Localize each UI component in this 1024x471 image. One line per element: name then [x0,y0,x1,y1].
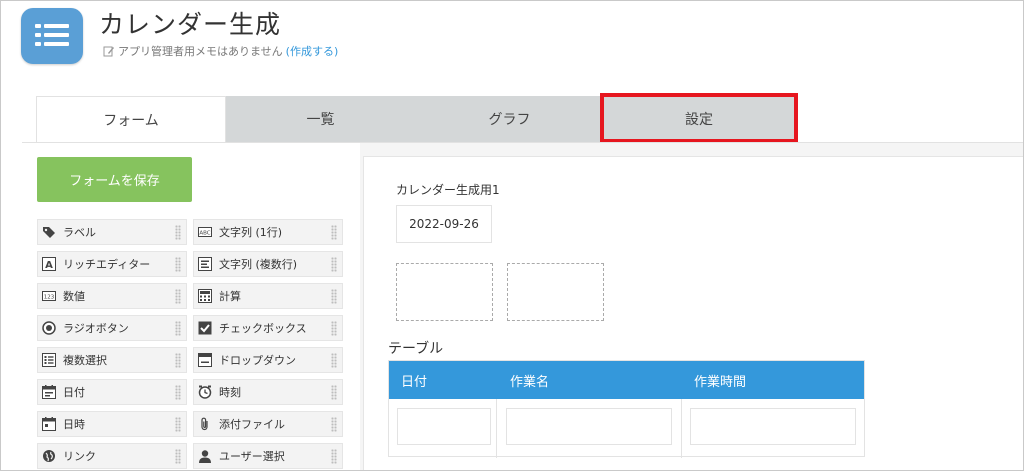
datetime-icon [42,417,56,431]
palette-field-attachment[interactable]: 添付ファイル [193,411,343,437]
clock-icon [198,385,212,399]
palette-field-link[interactable]: リンク [37,443,187,469]
field-label-text: チェックボックス [219,322,307,335]
field-label-text: ユーザー選択 [219,450,285,463]
checkbox-icon [198,321,212,335]
radio-icon [42,321,56,335]
field-label-text: 複数選択 [63,354,107,367]
field-label-text: リッチエディター [63,258,151,271]
empty-field-placeholder[interactable] [507,263,604,321]
save-form-button[interactable]: フォームを保存 [37,157,192,202]
palette-field-number[interactable]: 123 数値 [37,283,187,309]
calendar-field-label: カレンダー生成用1 [396,183,500,197]
calculator-icon [198,289,212,303]
app-title: カレンダー生成 [99,10,282,39]
svg-text:123: 123 [44,295,55,301]
empty-field-placeholder[interactable] [396,263,493,321]
number-icon: 123 [42,291,56,301]
drag-handle-icon[interactable] [175,417,181,432]
memo-edit-icon [103,46,114,57]
palette-field-dropdown[interactable]: ドロップダウン [193,347,343,373]
paperclip-icon [201,417,208,431]
field-label-text: ラベル [63,226,96,239]
palette-field-time[interactable]: 時刻 [193,379,343,405]
table-cell [389,399,497,458]
drag-handle-icon[interactable] [175,353,181,368]
app-list-icon [21,8,83,64]
dropdown-icon [198,353,212,367]
field-label-text: 数値 [63,290,85,303]
app-memo: アプリ管理者用メモはありません (作成する) [103,43,338,59]
tab-list[interactable]: 一覧 [226,96,415,142]
drag-handle-icon[interactable] [175,321,181,336]
drag-handle-icon[interactable] [331,385,337,400]
field-label-text: 文字列 (1行) [219,226,283,239]
field-label-text: 日付 [63,386,85,399]
column-header-date[interactable]: 日付 [401,361,427,399]
drag-handle-icon[interactable] [331,321,337,336]
drag-handle-icon[interactable] [175,225,181,240]
drag-handle-icon[interactable] [331,353,337,368]
form-editor: フォームを保存 ラベル ABC 文字列 (1行) A リッチエディター 文字列 … [22,142,1023,470]
drag-handle-icon[interactable] [331,449,337,464]
drag-handle-icon[interactable] [175,449,181,464]
multi-select-icon [42,353,56,367]
palette-field-multi-line-text[interactable]: 文字列 (複数行) [193,251,343,277]
drag-handle-icon[interactable] [175,385,181,400]
field-label-text: 添付ファイル [219,418,285,431]
field-label-text: リンク [63,450,96,463]
memo-create-link[interactable]: (作成する) [286,43,339,59]
palette-field-label[interactable]: ラベル [37,219,187,245]
field-palette: フォームを保存 ラベル ABC 文字列 (1行) A リッチエディター 文字列 … [22,143,360,470]
table-cell [682,399,864,458]
tab-form[interactable]: フォーム [36,96,226,143]
field-label-text: 計算 [219,290,241,303]
table-cell-input[interactable] [506,408,672,445]
drag-handle-icon[interactable] [331,417,337,432]
memo-text: アプリ管理者用メモはありません [118,45,283,58]
field-label-text: 文字列 (複数行) [219,258,298,271]
user-icon [199,450,211,463]
table-cell-input[interactable] [690,408,856,445]
palette-field-checkbox[interactable]: チェックボックス [193,315,343,341]
field-label-text: 日時 [63,418,85,431]
field-label-text: ドロップダウン [219,354,296,367]
multiline-text-icon [198,257,212,271]
svg-text:ABC: ABC [199,231,210,237]
drag-handle-icon[interactable] [331,225,337,240]
field-label-text: 時刻 [219,386,241,399]
drag-handle-icon[interactable] [175,289,181,304]
palette-field-radio[interactable]: ラジオボタン [37,315,187,341]
table-cell [497,399,682,458]
calendar-date-field[interactable]: 2022-09-26 [396,205,492,243]
palette-field-user-select[interactable]: ユーザー選択 [193,443,343,469]
tag-icon [43,227,55,238]
palette-field-calc[interactable]: 計算 [193,283,343,309]
drag-handle-icon[interactable] [175,257,181,272]
column-header-work-hours[interactable]: 作業時間 [694,361,746,399]
table-cell-input[interactable] [397,408,491,445]
subtable[interactable]: 日付 作業名 作業時間 [388,360,865,458]
drag-handle-icon[interactable] [331,289,337,304]
app-window: カレンダー生成 アプリ管理者用メモはありません (作成する) フォーム 一覧 グ… [0,0,1024,471]
tab-bar: フォーム 一覧 グラフ 設定 [1,96,1023,143]
palette-field-single-line-text[interactable]: ABC 文字列 (1行) [193,219,343,245]
subtable-header: 日付 作業名 作業時間 [389,361,864,399]
form-layout-canvas: カレンダー生成用1 2022-09-26 テーブル 日付 作業名 作業時間 [363,156,1023,470]
field-label-text: ラジオボタン [63,322,129,335]
drag-handle-icon[interactable] [331,257,337,272]
table-label: テーブル [388,341,444,357]
palette-field-date[interactable]: 日付 [37,379,187,405]
palette-field-datetime[interactable]: 日時 [37,411,187,437]
rich-editor-icon: A [42,257,56,271]
abc-text-icon: ABC [198,227,212,237]
column-header-task-name[interactable]: 作業名 [510,361,549,399]
calendar-icon [42,385,56,399]
palette-field-multi-select[interactable]: 複数選択 [37,347,187,373]
settings-tab-highlight [600,93,798,143]
tab-graph[interactable]: グラフ [415,96,604,142]
svg-text:A: A [45,260,53,271]
globe-link-icon [43,450,55,462]
palette-field-rich-editor[interactable]: A リッチエディター [37,251,187,277]
